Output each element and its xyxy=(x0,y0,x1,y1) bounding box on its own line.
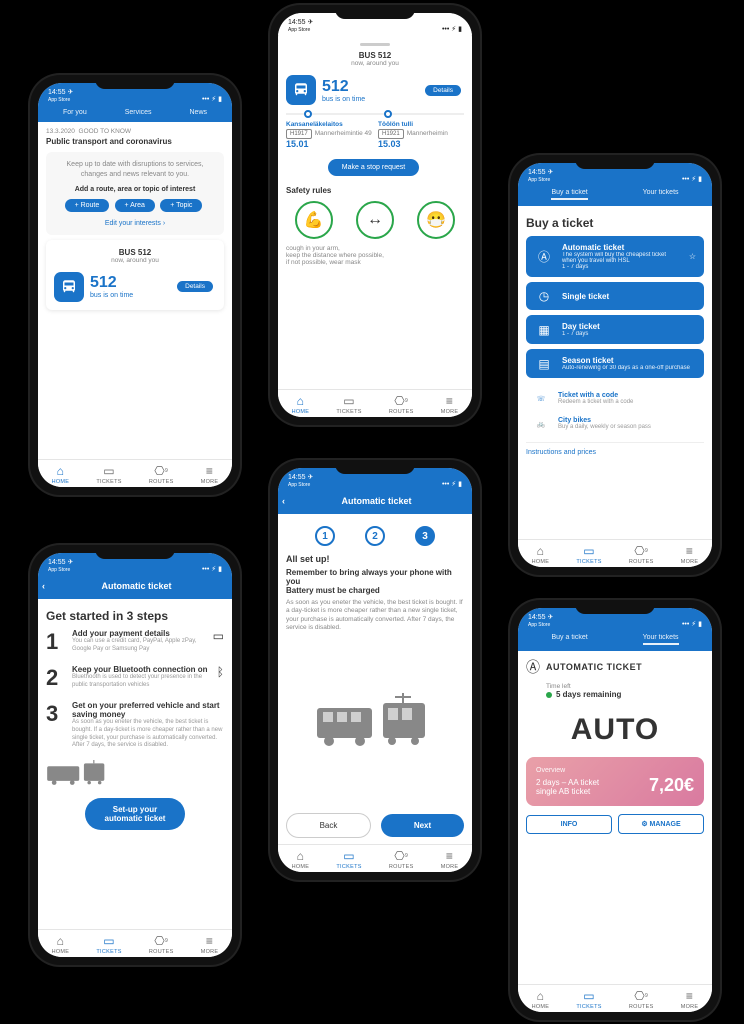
stop-request-button[interactable]: Make a stop request xyxy=(328,159,419,176)
nav-home[interactable]: ⌂HOME xyxy=(292,849,310,870)
card-icon: ▭ xyxy=(213,629,224,655)
auto-icon: Ⓐ xyxy=(526,657,540,677)
back-icon[interactable]: ‹ xyxy=(42,581,45,591)
ticket-day[interactable]: ▦ Day ticket1 - 7 days xyxy=(526,315,704,344)
nav-home[interactable]: ⌂HOME xyxy=(292,394,310,415)
bus-icon xyxy=(54,272,84,302)
phone-home: 14:55 ✈App Store ••• ⚡︎ ▮ For you Servic… xyxy=(30,75,240,495)
bus-icon xyxy=(286,75,316,105)
bus-tram-illustration xyxy=(286,633,464,813)
phone-auto-setup: 14:55 ✈App Store••• ⚡︎ ▮ ‹Automatic tick… xyxy=(30,545,240,965)
tab-buy-ticket[interactable]: Buy a ticket xyxy=(551,634,587,645)
nav-more[interactable]: ≡MORE xyxy=(201,464,219,485)
nav-tickets[interactable]: ▭TICKETS xyxy=(576,989,601,1010)
tab-for-you[interactable]: For you xyxy=(63,109,87,116)
cough-arm-icon: 💪 xyxy=(295,201,333,239)
nav-tickets[interactable]: ▭TICKETS xyxy=(576,544,601,565)
back-button[interactable]: Back xyxy=(286,813,371,838)
nav-tickets[interactable]: ▭TICKETS xyxy=(96,934,121,955)
back-icon[interactable]: ‹ xyxy=(282,496,285,506)
details-button[interactable]: Details xyxy=(177,281,213,292)
nav-tickets[interactable]: ▭TICKETS xyxy=(96,464,121,485)
tab-buy-ticket[interactable]: Buy a ticket xyxy=(551,189,587,200)
bluetooth-icon: ᛒ xyxy=(217,665,224,691)
instructions-link[interactable]: Instructions and prices xyxy=(526,449,704,456)
nav-home[interactable]: ⌂HOME xyxy=(52,464,70,485)
nav-more[interactable]: ≡MORE xyxy=(681,989,699,1010)
nav-more[interactable]: ≡MORE xyxy=(441,394,459,415)
nav-home[interactable]: ⌂HOME xyxy=(532,989,550,1010)
phone-your-tickets: 14:55 ✈App Store••• ⚡︎ ▮ Buy a ticket Yo… xyxy=(510,600,720,1020)
nav-home[interactable]: ⌂HOME xyxy=(532,544,550,565)
bus-tram-illustration xyxy=(46,760,224,792)
add-area-chip[interactable]: + Area xyxy=(115,199,155,212)
tab-your-tickets[interactable]: Your tickets xyxy=(643,634,679,645)
season-icon: ▤ xyxy=(534,357,554,371)
nav-more[interactable]: ≡MORE xyxy=(681,544,699,565)
phone-buy-ticket: 14:55 ✈App Store••• ⚡︎ ▮ Buy a ticket Yo… xyxy=(510,155,720,575)
fav-icon: ☆ xyxy=(689,252,696,261)
details-button[interactable]: Details xyxy=(425,85,461,96)
nav-routes[interactable]: ⎔9ROUTES xyxy=(389,394,414,415)
clock-icon: ◷ xyxy=(534,289,554,303)
ticket-single[interactable]: ◷ Single ticket xyxy=(526,282,704,310)
tab-services[interactable]: Services xyxy=(125,109,152,116)
distance-icon: ↔ xyxy=(356,201,394,239)
bike-icon: 🚲 xyxy=(532,420,550,428)
nav-routes[interactable]: ⎔9ROUTES xyxy=(629,544,654,565)
nav-routes[interactable]: ⎔9ROUTES xyxy=(149,934,174,955)
phone-bus-detail: 14:55 ✈App Store ••• ⚡︎ ▮ BUS 512 now, a… xyxy=(270,5,480,425)
ticket-code: AUTO xyxy=(526,713,704,747)
ticket-automatic[interactable]: Ⓐ Automatic ticket The system will buy t… xyxy=(526,236,704,277)
tab-news[interactable]: News xyxy=(190,109,208,116)
ticket-season[interactable]: ▤ Season ticketAuto-renewing or 30 days … xyxy=(526,349,704,378)
setup-auto-ticket-button[interactable]: Set-up your automatic ticket xyxy=(85,798,186,830)
nav-routes[interactable]: ⎔9ROUTES xyxy=(149,464,174,485)
add-topic-chip[interactable]: + Topic xyxy=(160,199,202,212)
info-button[interactable]: INFO xyxy=(526,815,612,834)
edit-interests-link[interactable]: Edit your interests › xyxy=(54,220,216,227)
city-bikes[interactable]: 🚲 City bikesBuy a daily, weekly or seaso… xyxy=(526,411,704,436)
auto-icon: Ⓐ xyxy=(534,248,554,265)
top-tabs: For you Services News xyxy=(38,105,232,122)
nav-more[interactable]: ≡MORE xyxy=(201,934,219,955)
nav-tickets[interactable]: ▭TICKETS xyxy=(336,849,361,870)
phone-icon: ☏ xyxy=(532,395,550,403)
phone-auto-done: 14:55 ✈App Store••• ⚡︎ ▮ ‹Automatic tick… xyxy=(270,460,480,880)
nav-routes[interactable]: ⎔9ROUTES xyxy=(629,989,654,1010)
page-title: Buy a ticket xyxy=(526,216,704,230)
nav-tickets[interactable]: ▭TICKETS xyxy=(336,394,361,415)
nav-home[interactable]: ⌂HOME xyxy=(52,934,70,955)
next-button[interactable]: Next xyxy=(381,814,464,837)
nav-routes[interactable]: ⎔9ROUTES xyxy=(389,849,414,870)
nav-more[interactable]: ≡MORE xyxy=(441,849,459,870)
mask-icon: 😷 xyxy=(417,201,455,239)
step-indicator: 1 2 3 xyxy=(286,520,464,554)
calendar-icon: ▦ xyxy=(534,323,554,337)
manage-button[interactable]: ⚙ MANAGE xyxy=(618,814,704,834)
tab-your-tickets[interactable]: Your tickets xyxy=(643,189,679,200)
ticket-code[interactable]: ☏ Ticket with a codeRedeem a ticket with… xyxy=(526,386,704,411)
news-headline[interactable]: Public transport and coronavirus xyxy=(46,137,224,146)
add-route-chip[interactable]: + Route xyxy=(65,199,110,212)
